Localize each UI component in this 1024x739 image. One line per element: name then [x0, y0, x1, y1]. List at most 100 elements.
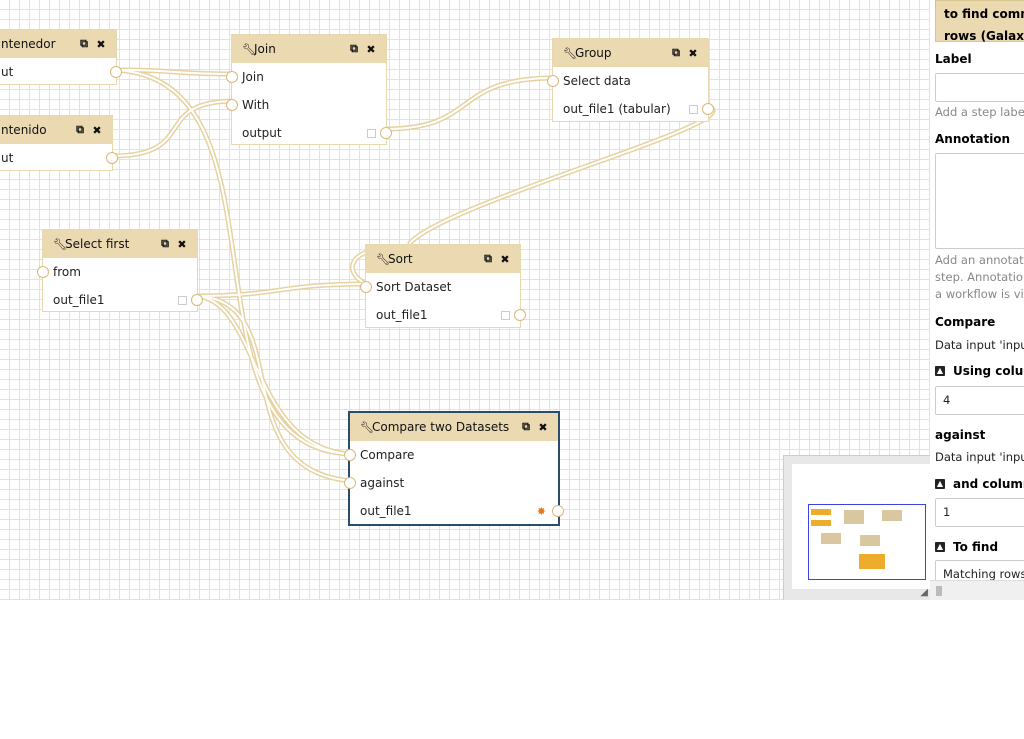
node-contenido[interactable]: ntenido ⧉ ✖ ut — [0, 115, 118, 172]
copy-icon[interactable]: ⧉ — [519, 420, 533, 434]
wire-join-to-group — [382, 75, 558, 132]
output-terminal[interactable] — [110, 66, 122, 78]
output-label: ut — [1, 65, 14, 79]
node-select-first[interactable]: 🔧︎ Select first ⧉ ✖ from out_file1 — [37, 229, 203, 314]
node-header[interactable]: ntenido ⧉ ✖ — [0, 116, 112, 144]
close-icon[interactable]: ✖ — [175, 238, 189, 251]
copy-icon[interactable]: ⧉ — [158, 237, 172, 251]
output-terminal[interactable] — [106, 152, 118, 164]
node-header[interactable]: ntenedor ⧉ ✖ — [0, 30, 116, 58]
output-checkbox[interactable] — [178, 296, 187, 305]
output-terminal[interactable] — [552, 505, 564, 517]
node-output: ut — [0, 58, 122, 86]
node-input: Select data — [547, 67, 708, 95]
node-header[interactable]: 🔧︎ Select first ⧉ ✖ — [43, 230, 197, 258]
input-terminal[interactable] — [344, 449, 356, 461]
annotation-textarea[interactable] — [935, 153, 1024, 249]
wire-contenedor-to-join — [113, 67, 238, 77]
node-header[interactable]: 🔧︎ Sort ⧉ ✖ — [366, 245, 520, 273]
scrollbar-thumb[interactable] — [936, 586, 942, 596]
collapse-icon[interactable]: ▲ — [935, 542, 945, 552]
wrench-icon: 🔧︎ — [563, 46, 577, 60]
output-checkbox[interactable] — [689, 105, 698, 114]
close-icon[interactable]: ✖ — [90, 124, 104, 137]
input-terminal[interactable] — [344, 477, 356, 489]
node-header[interactable]: 🔧︎ Compare two Datasets ⧉ ✖ — [350, 413, 558, 441]
node-output: out_file1 (tabular) — [553, 95, 714, 123]
resize-grip-icon[interactable]: ◢ — [920, 587, 928, 598]
wire-group-to-sort — [407, 103, 716, 246]
horizontal-scrollbar[interactable] — [930, 580, 1024, 600]
label-heading: Label — [935, 52, 972, 66]
input-terminal[interactable] — [226, 99, 238, 111]
annotation-help-line: step. Annotatio — [935, 270, 1023, 284]
compare-heading: Compare — [935, 315, 996, 329]
node-input: from — [37, 258, 197, 286]
close-icon[interactable]: ✖ — [94, 38, 108, 51]
node-compare-two-datasets[interactable]: 🔧︎ Compare two Datasets ⧉ ✖ Compare agai… — [344, 411, 564, 526]
output-label: out_file1 — [53, 293, 105, 307]
close-icon[interactable]: ✖ — [686, 47, 700, 60]
workflow-overview-minimap[interactable]: ◢ — [783, 455, 930, 600]
node-header[interactable]: 🔧︎ Join ⧉ ✖ — [232, 35, 386, 63]
output-label: ut — [1, 151, 14, 165]
copy-icon[interactable]: ⧉ — [73, 123, 87, 137]
output-terminal[interactable] — [380, 127, 392, 139]
input-label: Compare — [360, 448, 415, 462]
output-terminal[interactable] — [514, 309, 526, 321]
to-find-label: To find — [953, 540, 999, 554]
copy-icon[interactable]: ⧉ — [347, 42, 361, 56]
wrench-icon: 🔧︎ — [376, 252, 390, 266]
node-input: against — [344, 469, 558, 497]
copy-icon[interactable]: ⧉ — [77, 37, 91, 51]
wire-selectfirst-to-compare — [193, 293, 355, 457]
using-column-select[interactable]: 4 — [935, 386, 1024, 415]
close-icon[interactable]: ✖ — [536, 421, 550, 434]
copy-icon[interactable]: ⧉ — [669, 46, 683, 60]
node-title: ntenedor — [1, 37, 56, 51]
node-output: out_file1 — [43, 286, 203, 314]
panel-title-line: rows (Galaxy — [944, 29, 1024, 43]
node-output: out_file1 — [366, 301, 526, 329]
node-input: Join — [226, 63, 386, 91]
output-label: out_file1 — [376, 308, 428, 322]
close-icon[interactable]: ✖ — [364, 43, 378, 56]
using-column-section[interactable]: ▲ Using colum — [935, 364, 1024, 378]
output-checkbox[interactable] — [367, 129, 376, 138]
node-group[interactable]: 🔧︎ Group ⧉ ✖ Select data out_file1 (tabu… — [547, 38, 714, 123]
and-column-select[interactable]: 1 — [935, 498, 1024, 527]
input-terminal[interactable] — [226, 71, 238, 83]
output-terminal[interactable] — [702, 103, 714, 115]
node-sort[interactable]: 🔧︎ Sort ⧉ ✖ Sort Dataset out_file1 — [360, 244, 526, 329]
collapse-icon[interactable]: ▲ — [935, 479, 945, 489]
annotation-heading: Annotation — [935, 132, 1011, 146]
input-terminal[interactable] — [547, 75, 559, 87]
input-label: from — [53, 265, 81, 279]
minimap-viewport[interactable] — [808, 504, 926, 580]
node-input: Sort Dataset — [360, 273, 520, 301]
node-output: ut — [0, 144, 118, 172]
wrench-icon: 🔧︎ — [53, 237, 67, 251]
to-find-section[interactable]: ▲ To find — [935, 540, 998, 554]
input-label: Sort Dataset — [376, 280, 452, 294]
input-terminal[interactable] — [360, 281, 372, 293]
output-terminal[interactable] — [191, 294, 203, 306]
collapse-icon[interactable]: ▲ — [935, 366, 945, 376]
label-input[interactable] — [935, 73, 1024, 102]
against-input-text: Data input 'inpu — [935, 450, 1024, 464]
close-icon[interactable]: ✖ — [498, 253, 512, 266]
node-header[interactable]: 🔧︎ Group ⧉ ✖ — [553, 39, 708, 67]
node-contenedor[interactable]: ntenedor ⧉ ✖ ut — [0, 29, 122, 86]
output-checkbox[interactable] — [501, 311, 510, 320]
minimap-canvas[interactable] — [792, 464, 930, 589]
step-details-panel: to find comm rows (Galaxy Label Add a st… — [930, 0, 1024, 600]
node-title: ntenido — [1, 123, 47, 137]
gear-icon[interactable]: ✸ — [537, 505, 546, 518]
node-title: Group — [575, 46, 612, 60]
input-terminal[interactable] — [37, 266, 49, 278]
and-column-section[interactable]: ▲ and column — [935, 477, 1024, 491]
copy-icon[interactable]: ⧉ — [481, 252, 495, 266]
node-title: Compare two Datasets — [372, 420, 510, 434]
node-join[interactable]: 🔧︎ Join ⧉ ✖ Join With output — [226, 34, 392, 145]
output-label: output — [242, 126, 282, 140]
